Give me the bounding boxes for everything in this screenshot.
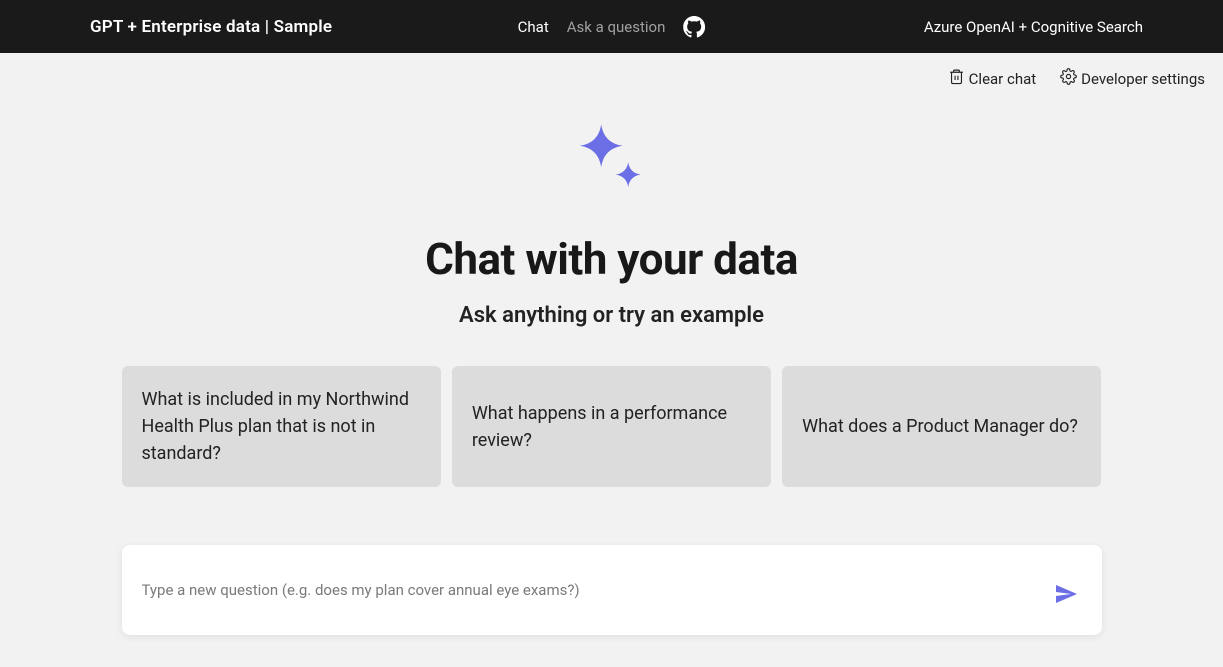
trash-icon bbox=[948, 68, 965, 89]
clear-chat-label: Clear chat bbox=[969, 70, 1037, 88]
chat-input-container bbox=[122, 545, 1102, 635]
developer-settings-label: Developer settings bbox=[1081, 70, 1205, 88]
example-card-2[interactable]: What does a Product Manager do? bbox=[782, 366, 1101, 487]
clear-chat-button[interactable]: Clear chat bbox=[948, 68, 1037, 89]
app-title: GPT + Enterprise data | Sample bbox=[20, 17, 332, 37]
page-subtitle: Ask anything or try an example bbox=[459, 303, 764, 328]
developer-settings-button[interactable]: Developer settings bbox=[1060, 68, 1205, 89]
main-content: Chat with your data Ask anything or try … bbox=[0, 89, 1223, 635]
nav-center: Chat Ask a question bbox=[518, 16, 706, 38]
chat-toolbar: Clear chat Developer settings bbox=[0, 53, 1223, 89]
nav-ask-question[interactable]: Ask a question bbox=[567, 18, 666, 36]
send-icon bbox=[1054, 594, 1078, 609]
nav-chat[interactable]: Chat bbox=[518, 18, 549, 36]
example-card-0[interactable]: What is included in my Northwind Health … bbox=[122, 366, 441, 487]
example-card-1[interactable]: What happens in a performance review? bbox=[452, 366, 771, 487]
header-right-label: Azure OpenAI + Cognitive Search bbox=[924, 18, 1203, 36]
app-header: GPT + Enterprise data | Sample Chat Ask … bbox=[0, 0, 1223, 53]
send-button[interactable] bbox=[1050, 578, 1082, 613]
chat-input[interactable] bbox=[142, 581, 1050, 599]
example-cards: What is included in my Northwind Health … bbox=[122, 366, 1102, 487]
page-title: Chat with your data bbox=[425, 233, 798, 285]
gear-icon bbox=[1060, 68, 1077, 89]
github-icon[interactable] bbox=[683, 16, 705, 38]
sparkle-icon bbox=[567, 117, 657, 211]
